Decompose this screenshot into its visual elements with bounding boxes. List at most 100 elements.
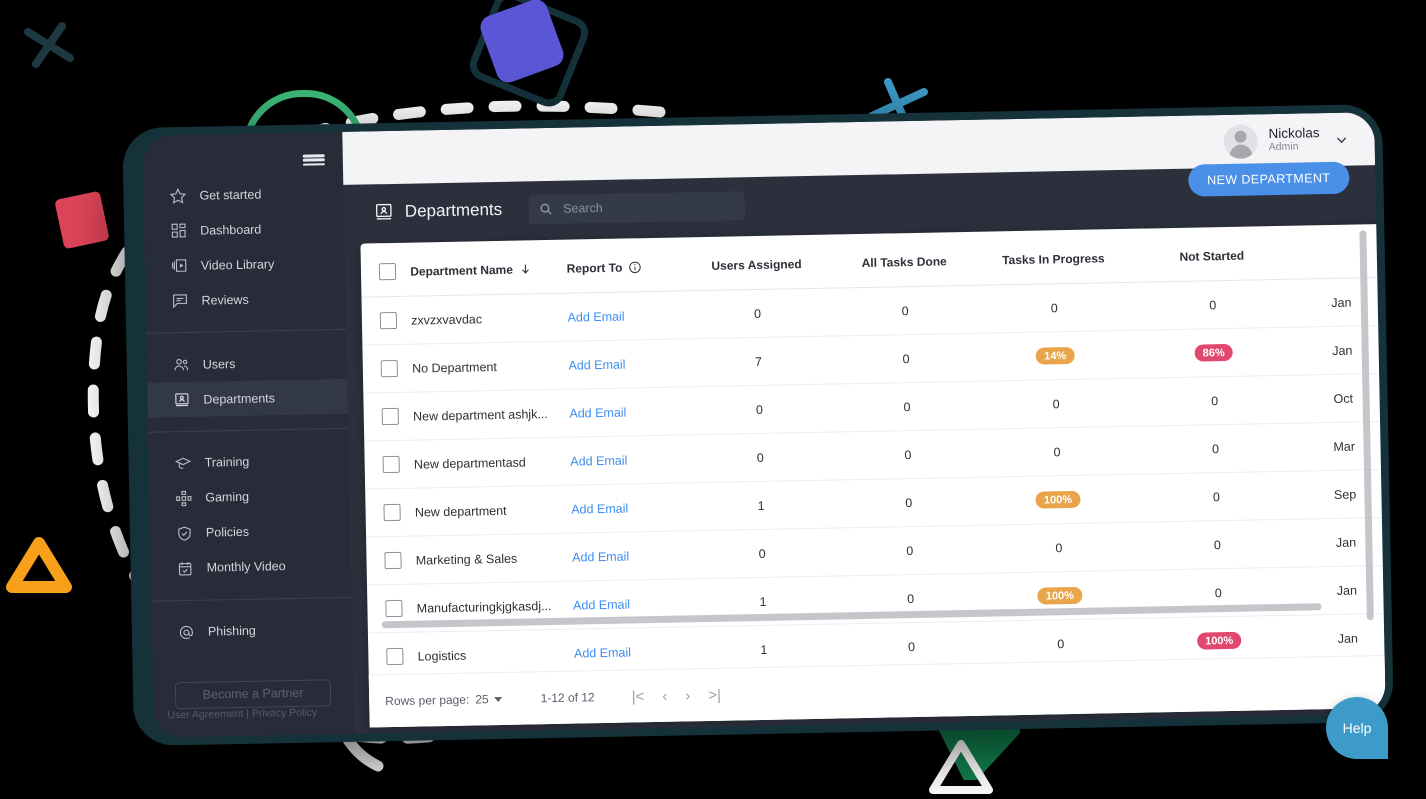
sidebar-item-phishing[interactable]: Phishing xyxy=(152,611,353,650)
report-to-cell[interactable]: Add Email xyxy=(563,290,684,342)
users-assigned-cell: 0 xyxy=(685,432,836,483)
sidebar-item-departments[interactable]: Departments xyxy=(147,378,348,418)
sidebar-item-monthly-video[interactable]: Monthly Video xyxy=(150,548,351,587)
row-select-cell[interactable] xyxy=(366,536,413,586)
add-email-link[interactable]: Add Email xyxy=(572,549,629,564)
search-input[interactable] xyxy=(560,197,736,217)
row-select-cell[interactable] xyxy=(367,632,415,675)
at-sign-icon xyxy=(179,625,193,639)
info-circle-icon[interactable] xyxy=(628,260,642,274)
sidebar-group-people: Users Departments xyxy=(146,334,348,428)
add-email-link[interactable]: Add Email xyxy=(573,597,630,612)
pagination-controls: |< ‹ › >| xyxy=(622,686,730,705)
report-to-cell[interactable]: Add Email xyxy=(564,386,686,438)
first-page-button[interactable]: |< xyxy=(622,688,653,706)
become-a-partner-button[interactable]: Become a Partner xyxy=(174,678,332,710)
report-to-cell[interactable]: Add Email xyxy=(565,434,687,486)
page-root: Get started Dashboard Video Library Revi… xyxy=(0,0,1426,799)
add-email-link[interactable]: Add Email xyxy=(574,645,631,660)
sidebar-item-reviews[interactable]: Reviews xyxy=(145,280,346,319)
user-info: Nickolas Admin xyxy=(1268,125,1320,155)
department-name-cell: New department ashjk... xyxy=(408,389,566,441)
row-checkbox[interactable] xyxy=(380,359,399,378)
sidebar-item-label: Monthly Video xyxy=(206,559,286,575)
prev-page-button[interactable]: ‹ xyxy=(653,687,676,704)
help-button[interactable]: Help xyxy=(1326,697,1388,759)
orange-triangle-ring-decoration xyxy=(6,537,72,593)
users-assigned-cell: 7 xyxy=(683,336,834,387)
sidebar-item-get-started[interactable]: Get started xyxy=(143,175,344,214)
row-checkbox[interactable] xyxy=(385,599,403,618)
row-select-cell[interactable] xyxy=(363,392,410,442)
new-department-button[interactable]: NEW DEPARTMENT xyxy=(1187,161,1350,197)
sidebar-divider xyxy=(146,329,347,334)
row-checkbox[interactable] xyxy=(384,551,402,570)
sidebar-item-policies[interactable]: Policies xyxy=(150,513,351,552)
column-department-name[interactable]: Department Name xyxy=(405,239,564,297)
users-assigned-cell: 0 xyxy=(684,384,835,435)
departments-table-card: Department Name Report To Users Assigned… xyxy=(360,223,1386,728)
not-started-cell: 86% xyxy=(1130,327,1297,379)
sidebar-item-training[interactable]: Training xyxy=(148,443,349,482)
gamepad-icon xyxy=(176,490,192,506)
add-email-link[interactable]: Add Email xyxy=(571,501,628,516)
all-tasks-done-cell: 0 xyxy=(834,429,982,481)
report-to-cell[interactable]: Add Email xyxy=(567,530,688,582)
sidebar-legal-links: User Agreement | Privacy Policy xyxy=(153,706,354,738)
add-email-link[interactable]: Add Email xyxy=(570,453,627,468)
report-to-cell[interactable]: Add Email xyxy=(566,482,688,534)
row-checkbox[interactable] xyxy=(381,407,399,426)
next-page-button[interactable]: › xyxy=(676,687,699,704)
row-select-cell[interactable] xyxy=(361,296,408,346)
report-to-cell[interactable]: Add Email xyxy=(564,338,685,390)
sidebar-divider xyxy=(151,596,352,602)
sidebar-item-label: Training xyxy=(204,455,250,470)
calendar-check-icon xyxy=(178,561,192,576)
department-name-cell: New departmentasd xyxy=(409,437,567,489)
sidebar-group-main: Get started Dashboard Video Library Revi… xyxy=(143,165,346,329)
report-to-cell[interactable]: Add Email xyxy=(569,626,690,675)
arrow-down-icon[interactable] xyxy=(519,262,532,275)
all-tasks-done-cell: 0 xyxy=(832,333,980,385)
sidebar-item-dashboard[interactable]: Dashboard xyxy=(144,210,345,249)
department-name-cell: zxvzxvavdac xyxy=(406,293,565,345)
chevron-down-icon[interactable] xyxy=(1334,132,1348,146)
row-checkbox[interactable] xyxy=(386,647,404,666)
sidebar-item-users[interactable]: Users xyxy=(146,344,347,383)
date-cell: Jan xyxy=(1295,325,1386,376)
chevron-down-icon[interactable] xyxy=(494,696,503,702)
add-email-link[interactable]: Add Email xyxy=(567,309,624,324)
sidebar-group-learning: Training Gaming Policies Monthly Video xyxy=(148,433,351,597)
row-checkbox[interactable] xyxy=(382,455,400,474)
sidebar-item-label: Phishing xyxy=(207,623,256,639)
star-icon xyxy=(169,188,187,205)
search-box[interactable] xyxy=(528,190,746,224)
row-select-cell[interactable] xyxy=(364,440,411,490)
row-select-cell[interactable] xyxy=(362,344,409,394)
legal-divider: | xyxy=(246,707,250,720)
hamburger-icon[interactable] xyxy=(302,154,325,166)
users-icon xyxy=(174,358,189,371)
user-menu[interactable]: Nickolas Admin xyxy=(1223,122,1349,159)
not-started-cell: 0 xyxy=(1134,519,1301,571)
row-checkbox[interactable] xyxy=(383,503,401,522)
cross-decoration-dark xyxy=(24,22,74,68)
page-title: Departments xyxy=(404,199,503,221)
department-name-cell: New department xyxy=(410,485,568,537)
sidebar-item-video-library[interactable]: Video Library xyxy=(145,245,346,284)
row-select-cell[interactable] xyxy=(365,488,412,538)
column-report-to: Report To xyxy=(562,237,683,294)
select-all-checkbox[interactable] xyxy=(378,262,397,281)
column-date xyxy=(1293,223,1386,280)
shield-check-icon xyxy=(178,526,191,541)
user-avatar-icon xyxy=(1223,123,1258,159)
user-agreement-link[interactable]: User Agreement xyxy=(167,708,243,721)
privacy-policy-link[interactable]: Privacy Policy xyxy=(252,707,318,720)
add-email-link[interactable]: Add Email xyxy=(569,405,626,420)
last-page-button[interactable]: >| xyxy=(699,686,730,704)
sidebar-item-label: Get started xyxy=(199,187,262,203)
add-email-link[interactable]: Add Email xyxy=(568,357,625,372)
rows-per-page-selector[interactable]: Rows per page: 25 xyxy=(385,692,503,708)
row-checkbox[interactable] xyxy=(379,311,398,330)
sidebar-item-gaming[interactable]: Gaming xyxy=(149,478,350,517)
